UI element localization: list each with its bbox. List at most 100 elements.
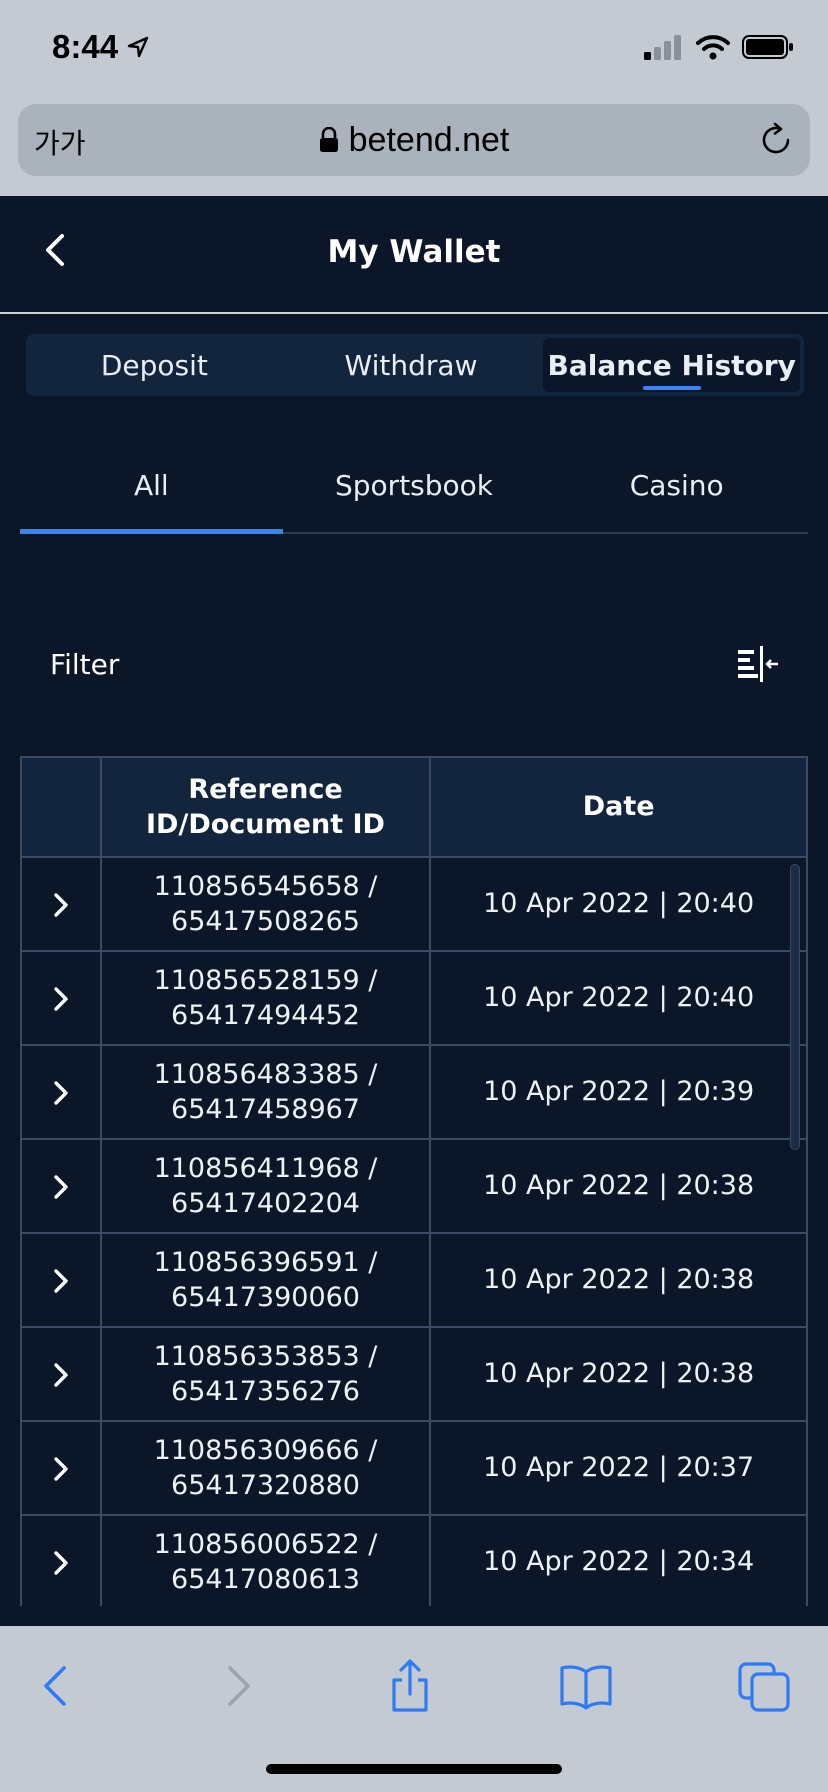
chevron-right-icon[interactable] [48, 1550, 74, 1576]
reference-id: 110856353853 / [153, 1340, 378, 1372]
document-id: 65417402204 [171, 1188, 360, 1219]
expand-cell[interactable] [20, 1514, 102, 1606]
date-cell: 10 Apr 2022 | 20:38 [429, 1232, 808, 1328]
tabs-icon[interactable] [736, 1658, 792, 1714]
chevron-right-icon[interactable] [48, 1456, 74, 1482]
table-header-row: Reference ID/Document ID Date [20, 756, 808, 858]
expand-cell[interactable] [20, 1044, 102, 1140]
tab-sportsbook[interactable]: Sportsbook [283, 438, 546, 532]
document-id: 65417494452 [171, 1000, 360, 1031]
tab-all[interactable]: All [20, 438, 283, 534]
table-scrollbar[interactable] [790, 864, 800, 1150]
balance-history-table: Reference ID/Document ID Date 1108565456… [20, 756, 808, 1606]
date-cell: 10 Apr 2022 | 20:40 [429, 856, 808, 952]
app-header: My Wallet [0, 196, 828, 314]
document-id: 65417508265 [171, 906, 360, 937]
chevron-right-icon[interactable] [48, 1174, 74, 1200]
table-row[interactable]: 110856309666 / 65417320880 10 Apr 2022 | … [20, 1420, 808, 1516]
document-id: 65417356276 [171, 1376, 360, 1407]
reference-cell: 110856353853 / 65417356276 [99, 1326, 432, 1422]
battery-icon [742, 35, 793, 59]
document-id: 65417458967 [171, 1094, 360, 1125]
history-table-grid: Reference ID/Document ID Date 1108565456… [20, 756, 808, 1606]
reference-header-line1: Reference [188, 773, 343, 805]
reference-cell: 110856309666 / 65417320880 [99, 1420, 432, 1516]
tab-casino[interactable]: Casino [545, 438, 808, 532]
reference-cell: 110856545658 / 65417508265 [99, 856, 432, 952]
wifi-icon [696, 35, 730, 60]
page-title: My Wallet [327, 234, 501, 270]
tab-all-label: All [133, 468, 169, 502]
reference-cell: 110856528159 / 65417494452 [99, 950, 432, 1046]
date-cell: 10 Apr 2022 | 20:34 [429, 1514, 808, 1606]
filter-toggle-icon[interactable] [736, 644, 780, 684]
history-category-tabs: All Sportsbook Casino [20, 438, 808, 534]
reference-cell: 110856396591 / 65417390060 [99, 1232, 432, 1328]
filter-label: Filter [50, 648, 120, 681]
tab-withdraw[interactable]: Withdraw [283, 334, 540, 396]
date-cell: 10 Apr 2022 | 20:37 [429, 1420, 808, 1516]
home-indicator [266, 1764, 562, 1774]
active-tab-indicator [642, 386, 701, 390]
date-cell: 10 Apr 2022 | 20:38 [429, 1138, 808, 1234]
status-time: 8:44 [52, 28, 119, 65]
wallet-tabs: Deposit Withdraw Balance History [26, 334, 804, 396]
bookmarks-icon[interactable] [558, 1658, 614, 1714]
chevron-right-icon[interactable] [48, 1362, 74, 1388]
date-cell: 10 Apr 2022 | 20:38 [429, 1326, 808, 1422]
status-clock: 8:44 [52, 28, 150, 66]
tab-balance-history-label: Balance History [547, 348, 796, 382]
forward-icon[interactable] [208, 1658, 264, 1714]
reference-id: 110856483385 / [153, 1058, 378, 1090]
expand-cell[interactable] [20, 1326, 102, 1422]
status-icons [644, 34, 794, 60]
table-row[interactable]: 110856483385 / 65417458967 10 Apr 2022 | … [20, 1044, 808, 1140]
expand-cell[interactable] [20, 1232, 102, 1328]
expand-cell[interactable] [20, 950, 102, 1046]
tab-casino-label: Casino [629, 468, 724, 502]
date-column-header: Date [429, 756, 808, 858]
status-bar: 8:44 [0, 0, 828, 100]
table-row[interactable]: 110856411968 / 65417402204 10 Apr 2022 | … [20, 1138, 808, 1234]
tab-balance-history[interactable]: Balance History [543, 338, 801, 392]
share-icon[interactable] [382, 1658, 438, 1714]
tab-deposit[interactable]: Deposit [26, 334, 283, 396]
table-row[interactable]: 110856528159 / 65417494452 10 Apr 2022 | … [20, 950, 808, 1046]
expand-cell[interactable] [20, 856, 102, 952]
table-row[interactable]: 110856353853 / 65417356276 10 Apr 2022 | … [20, 1326, 808, 1422]
chevron-right-icon[interactable] [48, 1268, 74, 1294]
cellular-signal-icon [644, 35, 681, 60]
expand-cell[interactable] [20, 1420, 102, 1516]
expand-cell[interactable] [20, 1138, 102, 1234]
address-bar[interactable]: 가가 betend.net [18, 104, 810, 176]
lock-icon [319, 127, 338, 152]
reference-cell: 110856483385 / 65417458967 [99, 1044, 432, 1140]
chevron-right-icon[interactable] [48, 1080, 74, 1106]
table-row[interactable]: 110856396591 / 65417390060 10 Apr 2022 | … [20, 1232, 808, 1328]
reference-id: 110856006522 / [153, 1528, 378, 1560]
tab-sportsbook-label: Sportsbook [335, 468, 494, 502]
reference-id: 110856411968 / [153, 1152, 378, 1184]
browser-top-chrome: 8:44 가가 betend.net [0, 0, 828, 196]
document-id: 65417320880 [171, 1470, 360, 1501]
date-cell: 10 Apr 2022 | 20:40 [429, 950, 808, 1046]
tab-withdraw-label: Withdraw [344, 348, 478, 382]
reference-column-header: Reference ID/Document ID [99, 756, 432, 858]
document-id: 65417080613 [171, 1564, 360, 1595]
location-arrow-icon [127, 36, 149, 58]
expand-column-header [20, 756, 102, 858]
url-text: betend.net [348, 120, 510, 159]
tab-deposit-label: Deposit [100, 348, 208, 382]
chevron-right-icon[interactable] [48, 892, 74, 918]
filter-row: Filter [50, 640, 780, 690]
reference-header-line2: ID/Document ID [146, 809, 385, 840]
table-row[interactable]: 110856545658 / 65417508265 10 Apr 2022 | … [20, 856, 808, 952]
reload-icon[interactable] [758, 122, 794, 158]
back-icon[interactable] [30, 1658, 86, 1714]
table-row[interactable]: 110856006522 / 65417080613 10 Apr 2022 | … [20, 1514, 808, 1606]
document-id: 65417390060 [171, 1282, 360, 1313]
reference-cell: 110856006522 / 65417080613 [99, 1514, 432, 1606]
url-display[interactable]: betend.net [18, 104, 810, 176]
reference-id: 110856396591 / [153, 1246, 378, 1278]
chevron-right-icon[interactable] [48, 986, 74, 1012]
